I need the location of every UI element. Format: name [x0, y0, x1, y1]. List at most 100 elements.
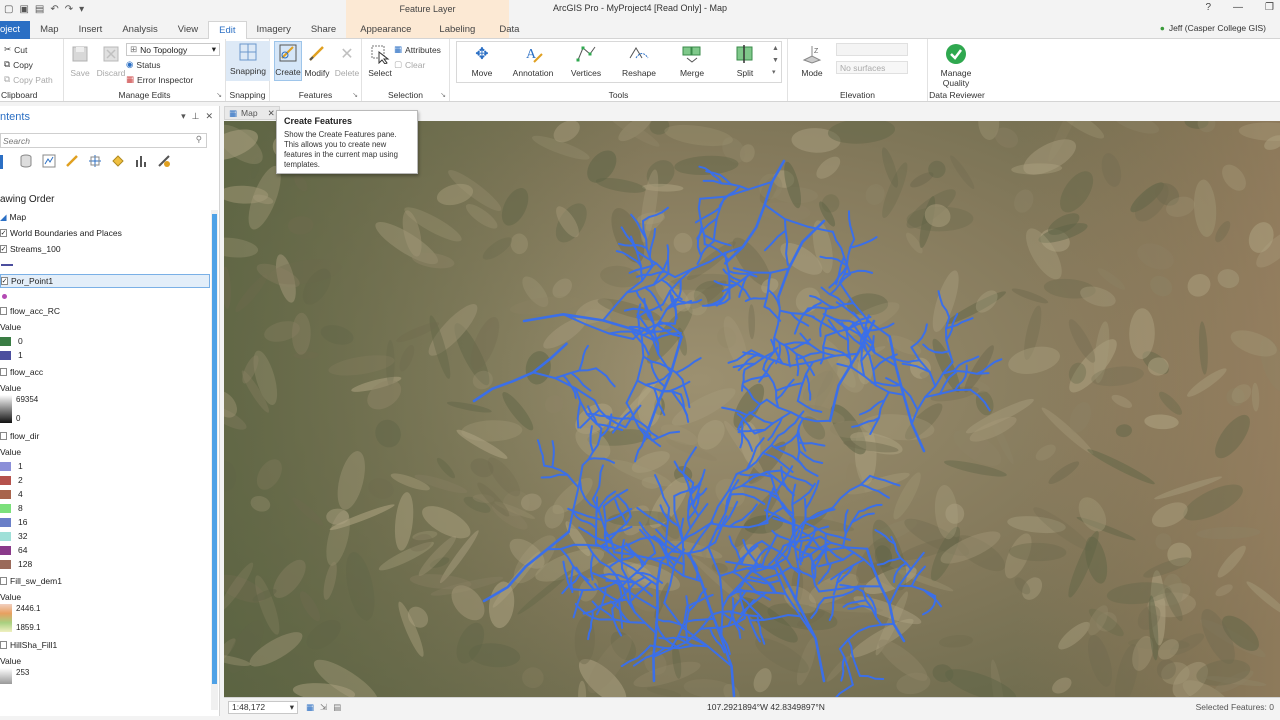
perspective-icon[interactable] [157, 154, 171, 170]
select-button[interactable]: Select [364, 43, 396, 78]
topology-dropdown[interactable]: ⊞ No Topology ▾ [126, 43, 220, 56]
visibility-checkbox[interactable] [0, 641, 7, 649]
merge-tool-button[interactable]: Merge [670, 43, 714, 78]
help-icon[interactable]: ? [1205, 2, 1211, 13]
map-view-tab[interactable]: ▦ Map ✕ [224, 106, 280, 120]
gallery-scroll[interactable]: ▲ ▼ ▾ [772, 43, 779, 79]
discard-icon [99, 43, 123, 65]
tab-project[interactable]: oject [0, 21, 31, 39]
dialog-launcher-icon[interactable]: ↘ [216, 91, 222, 99]
layer-por-point[interactable]: ✓ Por_Point1 [0, 274, 210, 288]
annotation-tool-button[interactable]: A Annotation [510, 43, 556, 78]
grid-icon[interactable]: ▦ [306, 702, 314, 713]
group-label-data-reviewer: Data Reviewer [929, 90, 985, 100]
pane-menu-icon[interactable]: ▾ [181, 111, 186, 122]
tab-appearance[interactable]: Appearance [346, 21, 425, 39]
snapping-button[interactable]: Snapping [226, 41, 270, 81]
restore-icon[interactable]: ❐ [1265, 2, 1274, 13]
status-button[interactable]: ◉ Status [126, 57, 220, 72]
charts-icon[interactable] [134, 154, 148, 170]
dialog-launcher-icon[interactable]: ↘ [352, 91, 358, 99]
delete-features-button[interactable]: ✕ Delete [332, 43, 362, 78]
visibility-checkbox[interactable] [0, 307, 7, 315]
contents-scrollbar[interactable] [211, 210, 218, 710]
drawing-order-icon[interactable] [0, 155, 10, 169]
open-icon[interactable]: ▣ [19, 4, 28, 15]
layer-flow-dir[interactable]: flow_dir [0, 429, 210, 443]
legend-value-heading: Value [0, 656, 22, 666]
visibility-checkbox[interactable] [0, 577, 7, 585]
snapping-list-icon[interactable] [88, 154, 102, 170]
map-node[interactable]: ◢ Map [0, 210, 210, 224]
selection-list-icon[interactable] [42, 154, 56, 170]
reshape-tool-button[interactable]: Reshape [617, 43, 661, 78]
layer-world-boundaries[interactable]: ✓ World Boundaries and Places [0, 226, 210, 240]
labeling-icon[interactable] [111, 154, 125, 170]
discard-edits-button[interactable]: Discard [94, 43, 128, 78]
layer-flow-acc[interactable]: flow_acc [0, 365, 210, 379]
tab-map[interactable]: Map [30, 21, 68, 39]
table-icon[interactable]: ▤ [333, 702, 341, 713]
layer-streams[interactable]: ✓ Streams_100 [0, 242, 210, 256]
elevation-mode-button[interactable]: Z Mode [790, 43, 834, 78]
window-controls: ? — ❐ [1205, 2, 1274, 13]
undo-icon[interactable]: ↶ [50, 4, 58, 15]
new-project-icon[interactable]: ▢ [4, 4, 13, 15]
map-view[interactable] [224, 121, 1280, 697]
tab-labeling[interactable]: Labeling [425, 21, 489, 39]
data-source-icon[interactable] [19, 154, 33, 170]
map-canvas[interactable] [224, 121, 1280, 697]
user-account[interactable]: ● Jeff (Casper College GIS) [1160, 23, 1266, 33]
close-icon[interactable]: ✕ [268, 108, 275, 119]
chevron-down-icon: ▾ [211, 44, 216, 54]
split-tool-button[interactable]: Split [723, 43, 767, 78]
tab-view[interactable]: View [168, 21, 208, 39]
elevation-surface-dropdown[interactable]: No surfaces [836, 61, 908, 74]
redo-icon[interactable]: ↷ [65, 4, 73, 15]
clear-selection-button[interactable]: ▢ Clear [394, 57, 441, 72]
manage-quality-button[interactable]: Manage Quality [934, 43, 978, 88]
close-icon[interactable]: ✕ [205, 111, 213, 122]
legend-item: 64 [0, 543, 210, 557]
visibility-checkbox[interactable] [0, 368, 7, 376]
modify-features-button[interactable]: Modify [301, 43, 333, 78]
editing-icon[interactable] [65, 154, 79, 170]
dialog-launcher-icon[interactable]: ↘ [440, 91, 446, 99]
copy-path-button[interactable]: ⧉ Copy Path [4, 72, 53, 87]
layer-hillshade[interactable]: HillSha_Fill1 [0, 638, 210, 652]
flow-dir-legend: 1 2 4 8 16 32 64 128 [0, 459, 210, 571]
create-features-button[interactable]: Create [274, 41, 302, 81]
elevation-constant-input[interactable] [836, 43, 908, 56]
layer-list: awing Order ◢ Map ✓ World Boundaries and P… [0, 191, 210, 684]
tab-imagery[interactable]: Imagery [247, 21, 301, 39]
visibility-checkbox[interactable]: ✓ [0, 245, 7, 253]
attributes-button[interactable]: ▦ Attributes [394, 42, 441, 57]
tab-analysis[interactable]: Analysis [112, 21, 167, 39]
visibility-checkbox[interactable] [0, 432, 7, 440]
visibility-checkbox[interactable]: ✓ [1, 277, 8, 285]
cut-button[interactable]: ✂ Cut [4, 42, 53, 57]
pin-icon[interactable]: ⊥ [192, 111, 200, 122]
layer-flow-acc-rc[interactable]: flow_acc_RC [0, 304, 210, 318]
tab-share[interactable]: Share [301, 21, 346, 39]
pan-icon[interactable]: ⇲ [320, 702, 327, 713]
tab-edit[interactable]: Edit [208, 21, 247, 39]
annotation-icon: A [521, 43, 545, 65]
move-tool-button[interactable]: ✥ Move [460, 43, 504, 78]
scrollbar-thumb[interactable] [212, 214, 217, 684]
scale-dropdown[interactable]: 1:48,172 ▾ [228, 700, 298, 714]
tab-insert[interactable]: Insert [69, 21, 113, 39]
copy-button[interactable]: ⧉ Copy [4, 57, 53, 72]
save-icon[interactable]: ▤ [35, 4, 44, 15]
customize-icon[interactable]: ▾ [79, 4, 84, 15]
vertices-tool-button[interactable]: Vertices [564, 43, 608, 78]
layer-fill-dem[interactable]: Fill_sw_dem1 [0, 574, 210, 588]
minimize-icon[interactable]: — [1233, 2, 1243, 13]
legend-label: 1 [18, 350, 23, 360]
tab-data[interactable]: Data [489, 21, 529, 39]
selected-features-count[interactable]: Selected Features: 0 [1196, 702, 1274, 712]
error-inspector-button[interactable]: ▦ Error Inspector [126, 72, 220, 87]
save-edits-button[interactable]: Save [66, 43, 94, 78]
visibility-checkbox[interactable]: ✓ [0, 229, 7, 237]
contents-search-input[interactable]: Search ⚲ [0, 133, 207, 148]
